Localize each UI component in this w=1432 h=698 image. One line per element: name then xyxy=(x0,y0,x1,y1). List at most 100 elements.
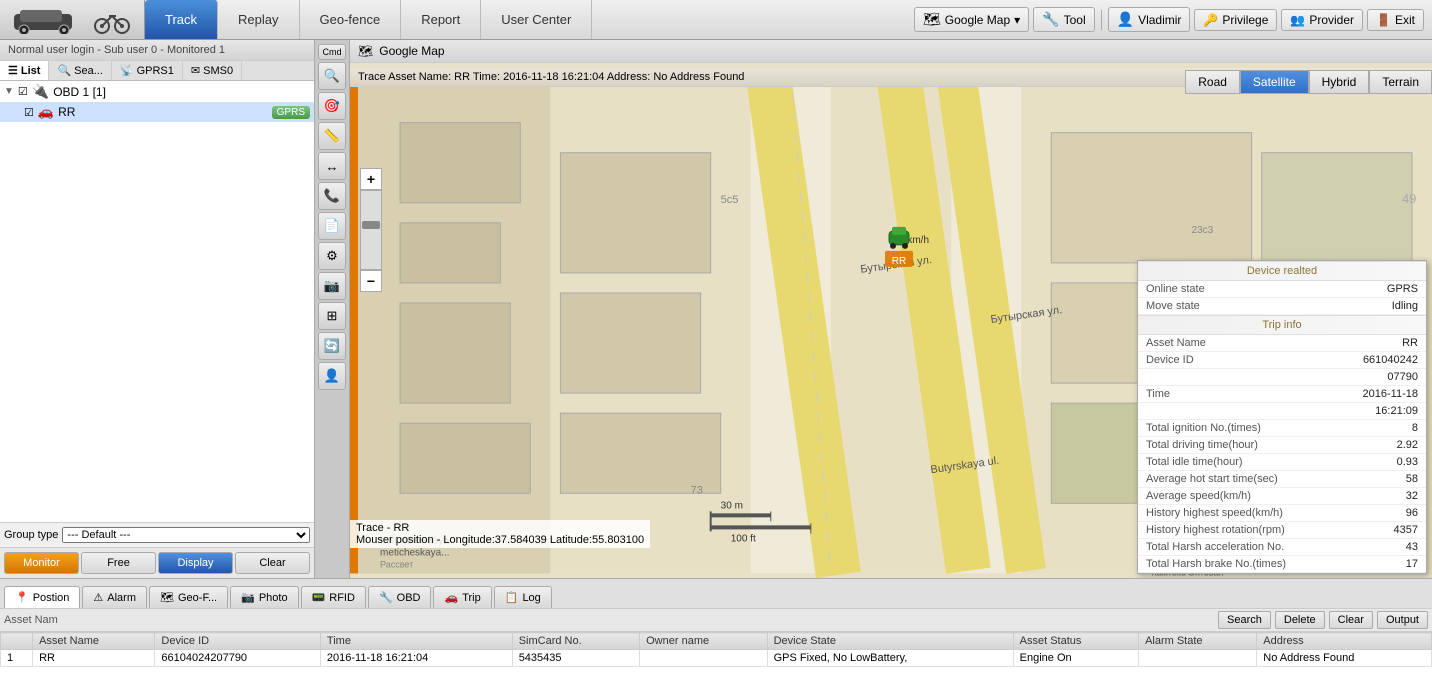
tree-child-rr[interactable]: ☑ 🚗 RR GPRS xyxy=(0,102,314,122)
root-checkbox[interactable]: ☑ xyxy=(18,85,28,98)
delete-button[interactable]: Delete xyxy=(1275,611,1325,629)
bottom-tab-obd[interactable]: 🔧 OBD xyxy=(368,586,432,608)
app-logo xyxy=(0,0,145,39)
tool-button[interactable]: 🔧 Tool xyxy=(1033,7,1094,32)
cell-simcard: 5435435 xyxy=(512,650,639,667)
grid-btn[interactable]: ⊞ xyxy=(318,302,346,330)
popup-row-harsh-brake: Total Harsh brake No.(times) 17 xyxy=(1138,556,1426,573)
bottom-tab-trip[interactable]: 🚗 Trip xyxy=(433,586,491,608)
refresh-btn[interactable]: 🔄 xyxy=(318,332,346,360)
map-zoom-controls: + − xyxy=(360,168,382,292)
photo-icon: 📷 xyxy=(241,591,255,604)
provider-button[interactable]: 👥 Provider xyxy=(1281,9,1363,31)
camera-btn[interactable]: 📷 xyxy=(318,272,346,300)
note-btn[interactable]: 📄 xyxy=(318,212,346,240)
svg-text:RR: RR xyxy=(892,256,906,267)
group-type-row: Group type --- Default --- xyxy=(0,522,314,547)
search-button[interactable]: Search xyxy=(1218,611,1271,629)
person-btn[interactable]: 👤 xyxy=(318,362,346,390)
exit-button[interactable]: 🚪 Exit xyxy=(1367,9,1424,31)
bottom-tab-geofence[interactable]: 🗺 Geo-F... xyxy=(149,586,228,608)
device-tab-gprs1[interactable]: 📡 GPRS1 xyxy=(112,61,183,80)
monitor-button[interactable]: Monitor xyxy=(4,552,79,574)
bottom-tab-position[interactable]: 📍 Postion xyxy=(4,586,80,608)
privilege-button[interactable]: 🔑 Privilege xyxy=(1194,9,1277,31)
tree-root[interactable]: ▼ ☑ 🔌 OBD 1 [1] xyxy=(0,81,314,102)
tab-replay[interactable]: Replay xyxy=(218,0,299,39)
popup-section-device: Device realted xyxy=(1138,261,1426,281)
zoom-in-button[interactable]: + xyxy=(360,168,382,190)
zoom-out-button[interactable]: − xyxy=(360,270,382,292)
col-index xyxy=(1,633,33,650)
col-alarm-state: Alarm State xyxy=(1139,633,1257,650)
zoom-handle[interactable] xyxy=(362,221,380,229)
device-tab-search[interactable]: 🔍 Sea... xyxy=(49,61,111,80)
device-tab-list[interactable]: ☰ List xyxy=(0,61,49,80)
clear-table-button[interactable]: Clear xyxy=(1329,611,1373,629)
google-map-button[interactable]: 🗺 Google Map ▾ xyxy=(914,7,1029,32)
target-btn[interactable]: 🎯 xyxy=(318,92,346,120)
settings-btn[interactable]: ⚙ xyxy=(318,242,346,270)
clear-button[interactable]: Clear xyxy=(235,552,310,574)
cell-owner xyxy=(640,650,767,667)
cell-asset-status: Engine On xyxy=(1013,650,1138,667)
map-type-terrain[interactable]: Terrain xyxy=(1369,70,1432,94)
table-row[interactable]: 1 RR 66104024207790 2016-11-18 16:21:04 … xyxy=(1,650,1432,667)
cell-asset-name: RR xyxy=(33,650,155,667)
col-owner: Owner name xyxy=(640,633,767,650)
cell-device-state: GPS Fixed, No LowBattery, xyxy=(767,650,1013,667)
arrow-btn[interactable]: ↔ xyxy=(318,152,346,180)
popup-row-harsh-accel: Total Harsh acceleration No. 43 xyxy=(1138,539,1426,556)
bottom-tab-rfid[interactable]: 📟 RFID xyxy=(301,586,366,608)
map-type-road[interactable]: Road xyxy=(1185,70,1240,94)
output-button[interactable]: Output xyxy=(1377,611,1428,629)
ruler-btn[interactable]: 📏 xyxy=(318,122,346,150)
user-icon: 👤 xyxy=(1117,11,1134,28)
tab-report[interactable]: Report xyxy=(401,0,481,39)
free-button[interactable]: Free xyxy=(81,552,156,574)
popup-row-time2: 16:21:09 xyxy=(1138,403,1426,420)
cell-alarm-state xyxy=(1139,650,1257,667)
map-type-hybrid[interactable]: Hybrid xyxy=(1309,70,1370,94)
bottom-tab-log[interactable]: 📋 Log xyxy=(494,586,552,608)
popup-row-time: Time 2016-11-18 xyxy=(1138,386,1426,403)
asset-name-toolbar-label: Asset Nam xyxy=(4,614,58,626)
map-type-satellite[interactable]: Satellite xyxy=(1240,70,1309,94)
popup-row-hot-start: Average hot start time(sec) 58 xyxy=(1138,471,1426,488)
group-type-select[interactable]: --- Default --- xyxy=(62,527,310,543)
col-simcard: SimCard No. xyxy=(512,633,639,650)
tab-geofence[interactable]: Geo-fence xyxy=(300,0,402,39)
tab-track[interactable]: Track xyxy=(145,0,218,39)
map-header: 🗺 Google Map xyxy=(350,40,1432,63)
group-type-label: Group type xyxy=(4,529,58,541)
alarm-icon: ⚠ xyxy=(93,591,103,604)
user-button[interactable]: 👤 Vladimir xyxy=(1108,7,1191,32)
data-table: Asset Name Device ID Time SimCard No. Ow… xyxy=(0,632,1432,667)
svg-text:73: 73 xyxy=(691,484,703,496)
popup-row-device-id: Device ID 661040242 xyxy=(1138,352,1426,369)
popup-row-idle-time: Total idle time(hour) 0.93 xyxy=(1138,454,1426,471)
device-tab-sms0[interactable]: ✉ SMS0 xyxy=(183,61,242,80)
bottom-tab-photo[interactable]: 📷 Photo xyxy=(230,586,298,608)
display-button[interactable]: Display xyxy=(158,552,233,574)
svg-text:Рассвет: Рассвет xyxy=(380,559,413,569)
map-icon: 🗺 xyxy=(923,11,941,28)
rr-checkbox[interactable]: ☑ xyxy=(24,106,34,119)
zoom-slider[interactable] xyxy=(360,190,382,270)
provider-icon: 👥 xyxy=(1290,13,1305,27)
phone-btn[interactable]: 📞 xyxy=(318,182,346,210)
col-asset-name: Asset Name xyxy=(33,633,155,650)
zoom-in-btn[interactable]: 🔍 xyxy=(318,62,346,90)
nav-divider-1 xyxy=(1101,10,1102,30)
popup-row-ignition: Total ignition No.(times) 8 xyxy=(1138,420,1426,437)
map-area[interactable]: 🗺 Google Map Trace Asset Name: RR Time: … xyxy=(350,40,1432,578)
popup-row-driving-time: Total driving time(hour) 2.92 xyxy=(1138,437,1426,454)
trace-overlay: Trace - RR Mouser position - Longitude:3… xyxy=(350,520,650,548)
col-address: Address xyxy=(1257,633,1432,650)
trip-icon: 🚗 xyxy=(444,591,458,604)
tab-usercenter[interactable]: User Center xyxy=(481,0,592,39)
top-navigation: Track Replay Geo-fence Report User Cente… xyxy=(0,0,1432,40)
middle-toolbar: Cmd 🔍 🎯 📏 ↔ 📞 📄 ⚙ 📷 ⊞ 🔄 👤 xyxy=(315,40,350,578)
log-icon: 📋 xyxy=(505,591,519,604)
bottom-tab-alarm[interactable]: ⚠ Alarm xyxy=(82,586,147,608)
